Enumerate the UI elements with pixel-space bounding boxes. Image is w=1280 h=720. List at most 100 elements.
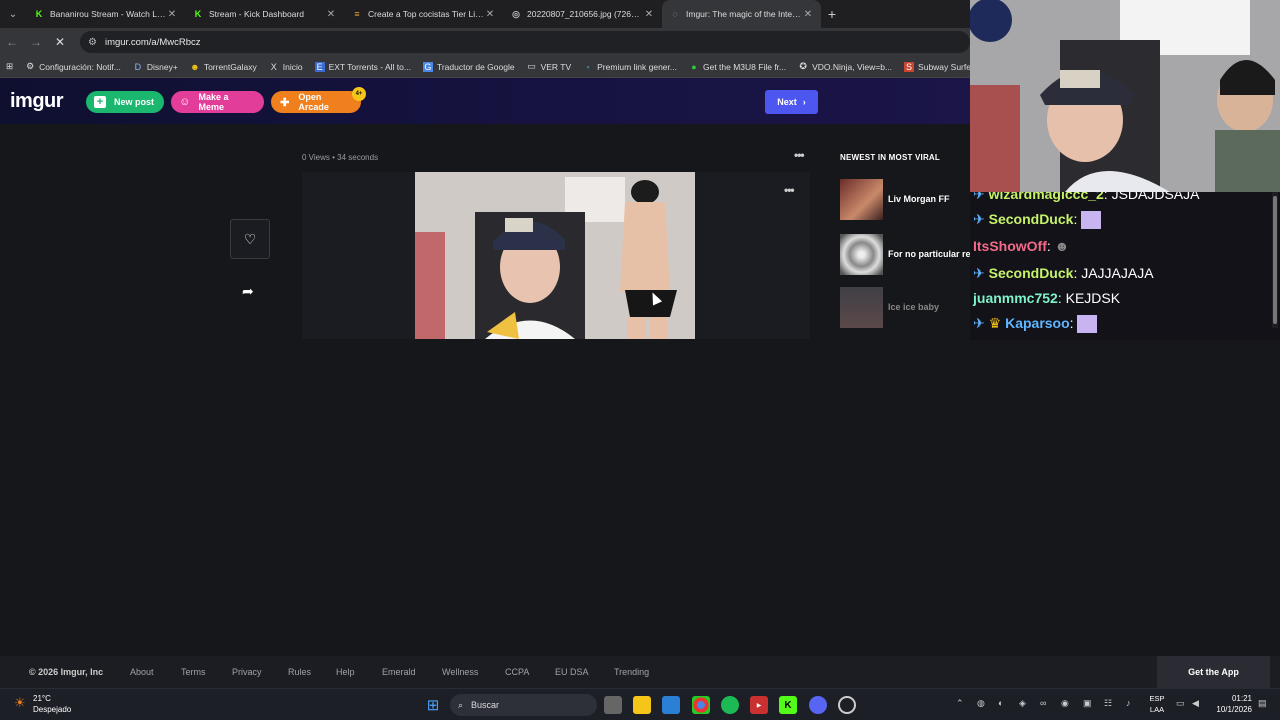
share-button[interactable]: ➦ [242,283,254,300]
favorite-button[interactable]: ♡ [230,219,270,259]
browser-tab[interactable]: ≡ Create a Top cocistas Tier List - ✕ [344,0,503,28]
footer-link-ccpa[interactable]: CCPA [505,667,555,677]
subway-icon: S [904,61,915,72]
start-icon[interactable]: ⊞ [424,696,442,714]
footer-link-trending[interactable]: Trending [614,667,674,677]
bookmark-item[interactable]: ▪ Premium link gener... [583,62,677,72]
network-icon[interactable]: ▭ [1176,698,1185,709]
page-scrollbar[interactable] [1272,192,1278,328]
tray-app-icon[interactable]: ∞ [1040,698,1046,708]
post-container: ••• [302,172,810,339]
close-icon[interactable]: ✕ [167,9,177,20]
footer-link-eu-dsa[interactable]: EU DSA [555,667,614,677]
scrollbar-thumb[interactable] [1273,196,1277,324]
footer-link-emerald[interactable]: Emerald [382,667,442,677]
weather-widget[interactable]: 21°C Despejado [33,693,71,715]
open-arcade-label: Open Arcade [298,92,329,112]
obs-icon[interactable]: ▶ [750,696,768,714]
site-info-icon[interactable]: ⚙ [88,37,97,48]
webcam-overlay [970,0,1280,192]
tab-title: Create a Top cocistas Tier List - [368,9,485,19]
close-icon[interactable]: ✕ [644,9,654,20]
bookmark-item[interactable]: D Disney+ [133,62,178,72]
viral-thumbnail [840,286,883,328]
kick-icon[interactable]: K [779,696,797,714]
footer-link-terms[interactable]: Terms [181,667,232,677]
bookmark-item[interactable]: ⚙ Configuración: Notif... [25,61,121,72]
store-icon[interactable] [662,696,680,714]
get-app-button[interactable]: Get the App [1157,656,1270,688]
taskbar-search[interactable]: ⌕ Buscar [450,694,597,716]
volume-icon[interactable]: ◀ [1192,698,1199,709]
bookmark-item[interactable]: ▭ VER TV [527,61,571,72]
close-icon[interactable]: ✕ [803,9,813,20]
browser-tab[interactable]: ◎ 20220807_210656.jpg (726×96… ✕ [503,0,662,28]
bookmark-item[interactable]: ● Get the M3U8 File fr... [689,62,786,72]
tab-title: 20220807_210656.jpg (726×96… [527,9,644,19]
footer-link-help[interactable]: Help [336,667,382,677]
new-post-button[interactable]: + New post [86,91,164,113]
discord-icon[interactable] [809,696,827,714]
viral-title: Liv Morgan FF [888,194,950,204]
footer-link-wellness[interactable]: Wellness [442,667,505,677]
viral-item[interactable]: Liv Morgan FF [840,178,980,220]
chrome-icon[interactable] [692,696,710,714]
new-tab-icon[interactable]: + [821,6,843,22]
browser-tab[interactable]: K Stream - Kick Dashboard ✕ [185,0,344,28]
bookmark-item[interactable]: ☻ TorrentGalaxy [190,62,257,72]
browser-tab-active[interactable]: ◌ Imgur: The magic of the Interne ✕ [662,0,821,28]
tray-app-icon[interactable]: ▣ [1083,698,1092,709]
vdo-icon: ✪ [799,61,807,71]
footer-link-rules[interactable]: Rules [288,667,336,677]
footer-link-about[interactable]: About [130,667,181,677]
browser-tab[interactable]: K Bananirou Stream - Watch Live ✕ [26,0,185,28]
tray-app-icon[interactable]: ◍ [977,698,985,709]
apps-icon[interactable]: ⊞ [6,61,13,72]
bookmarks-bar: ⊞ ⚙ Configuración: Notif... D Disney+ ☻ Tor… [0,56,998,78]
file-explorer-icon[interactable] [633,696,651,714]
bookmark-label: EXT Torrents - All to... [328,61,411,72]
weather-icon: ☀ [14,695,26,710]
forward-icon[interactable]: → [24,35,48,49]
bookmark-item[interactable]: X Inicio [269,62,303,72]
bookmark-item[interactable]: E EXT Torrents - All to... [314,61,411,72]
imgur-logo[interactable]: imgur [10,90,64,113]
chevron-up-icon[interactable]: ⌃ [956,698,964,709]
stop-loading-icon[interactable]: ✕ [48,35,72,49]
app-icon[interactable] [838,696,856,714]
task-view-icon[interactable] [604,696,622,714]
input-language[interactable]: ESP LAA [1148,693,1166,715]
bookmark-item[interactable]: G Traductor de Google [422,61,515,72]
close-icon[interactable]: ✕ [326,9,336,20]
browser-tab-bar: ⌄ K Bananirou Stream - Watch Live ✕ K St… [0,0,970,28]
viral-item[interactable]: Ice ice baby [840,286,980,328]
back-icon[interactable]: ← [0,35,24,49]
url-field[interactable]: ⚙ imgur.com/a/MwcRbcz [80,31,970,53]
image-options-icon[interactable]: ••• [784,183,795,197]
bookmark-item[interactable]: ✪ VDO.Ninja, View=b... [798,61,892,72]
footer-link-privacy[interactable]: Privacy [232,667,288,677]
tray-app-icon[interactable]: ☷ [1104,698,1112,709]
tray-discord-icon[interactable]: ◐ [998,698,1003,708]
post-image[interactable] [415,172,695,339]
viral-section-title: NEWEST IN MOST VIRAL [840,153,940,162]
chat-username: ItsShowOff [973,238,1047,254]
open-arcade-button[interactable]: ✚ Open Arcade [271,91,361,113]
close-icon[interactable]: ✕ [485,9,495,20]
post-meta: 0 Views • 34 seconds [302,153,378,162]
windows-taskbar: ☀ 21°C Despejado ⊞ ⌕ Buscar ▶ K ⌃ ◍ ◐ ◈ … [0,688,1280,720]
viral-item[interactable]: For no particular reason... [840,233,999,275]
notification-icon[interactable]: ▤ [1258,698,1267,709]
make-meme-button[interactable]: ☺ Make a Meme [171,91,264,113]
bookmark-label: TorrentGalaxy [203,61,257,72]
tray-app-icon[interactable]: ◈ [1019,698,1026,709]
microphone-icon[interactable]: ♪ [1126,698,1131,708]
next-button[interactable]: Next › [765,90,818,114]
tab-search-icon[interactable]: ⌄ [0,0,26,28]
clock-date: 10/1/2026 [1216,705,1252,714]
tab-title: Stream - Kick Dashboard [209,9,304,19]
tray-steam-icon[interactable]: ◉ [1061,698,1069,709]
system-clock[interactable]: 01:21 10/1/2026 [1206,693,1252,715]
spotify-icon[interactable] [721,696,739,714]
post-options-icon[interactable]: ••• [794,148,805,162]
